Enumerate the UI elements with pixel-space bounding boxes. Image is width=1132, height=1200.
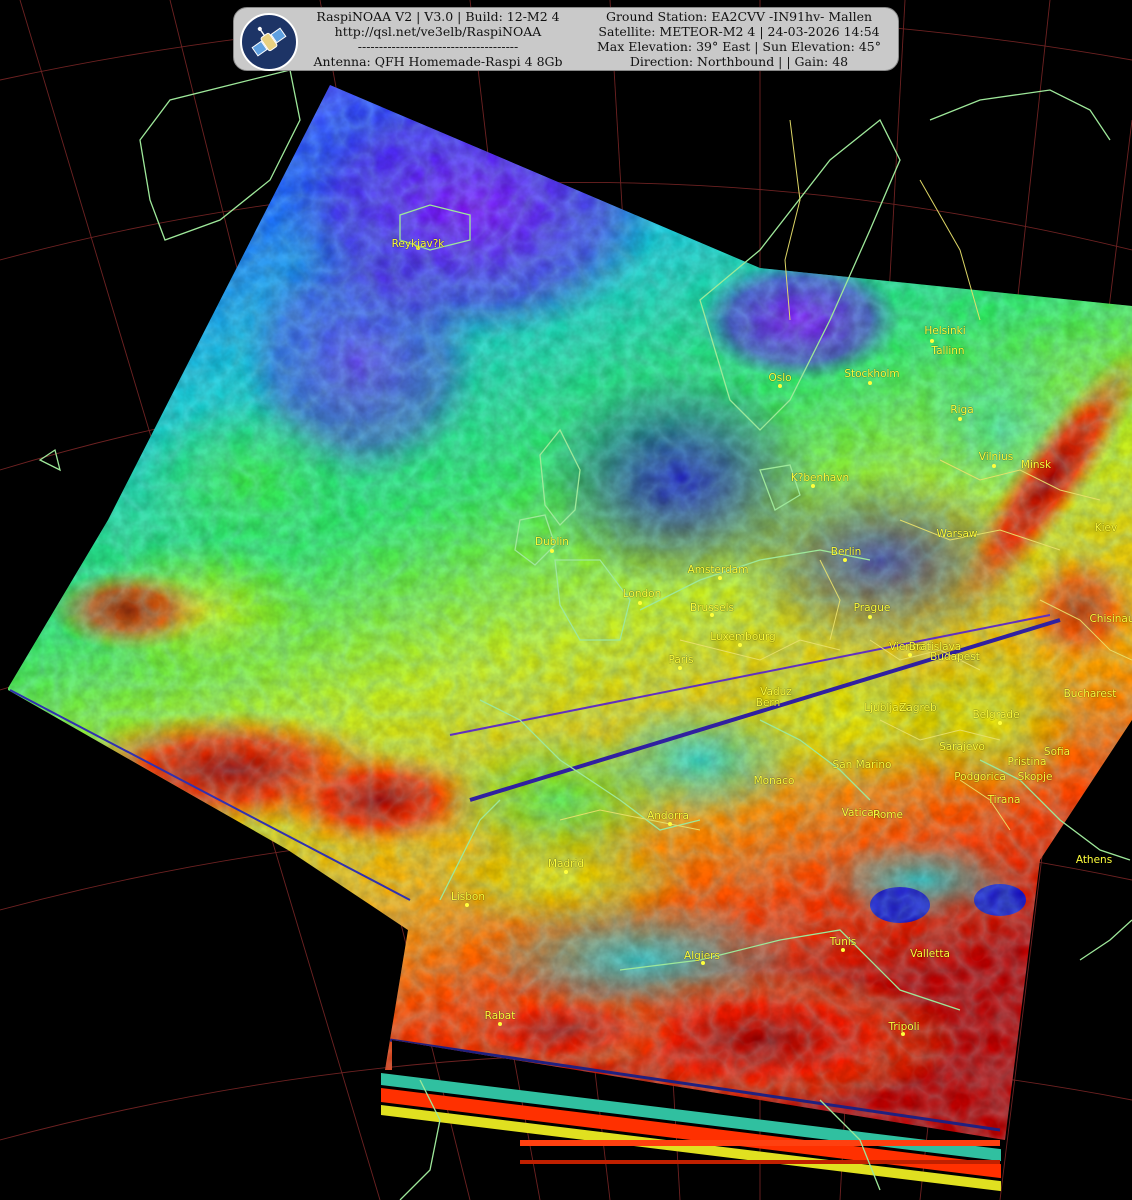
- header-elevation: Max Elevation: 39° East | Sun Elevation:…: [596, 39, 881, 54]
- city-label: Monaco: [753, 775, 795, 787]
- header-direction: Direction: Northbound | | Gain: 48: [629, 54, 849, 69]
- city-label: Sofia: [1043, 746, 1071, 758]
- city-label: K?benhavn: [790, 472, 850, 484]
- city-label: Bern: [755, 697, 781, 709]
- city-label: Rabat: [484, 1010, 516, 1022]
- city-label: Riga: [950, 404, 974, 416]
- city-label: Berlin: [830, 546, 862, 558]
- header-antenna: Antenna: QFH Homemade-Raspi 4 8Gb: [313, 54, 563, 69]
- city-label: Brussels: [690, 602, 734, 614]
- city-label: Podgorica: [954, 771, 1006, 783]
- city-label: Tripoli: [888, 1021, 920, 1033]
- city-label: Zagreb: [899, 702, 937, 714]
- city-label: Vilnius: [978, 451, 1014, 463]
- city-label: Rome: [873, 809, 903, 821]
- city-label: Prague: [853, 602, 891, 614]
- city-label: Luxembourg: [710, 631, 776, 643]
- city-label: Skopje: [1017, 771, 1053, 783]
- city-label: Bucharest: [1063, 688, 1117, 700]
- city-label: Tallinn: [931, 345, 965, 357]
- city-label: Reykjav?k: [391, 238, 445, 250]
- header-title: RaspiNOAA V2 | V3.0 | Build: 12-M2 4: [316, 9, 560, 24]
- city-label: Madrid: [547, 858, 585, 870]
- city-label: Budapest: [930, 651, 980, 663]
- city-label: Kiev: [1094, 522, 1118, 534]
- city-label: Minsk: [1020, 459, 1052, 471]
- city-label: Paris: [668, 654, 694, 666]
- header-banner: RaspiNOAA V2 | V3.0 | Build: 12-M2 4 htt…: [233, 7, 899, 71]
- city-label: Athens: [1075, 854, 1113, 866]
- city-label: Sarajevo: [939, 741, 985, 753]
- satellite-map: [0, 0, 1132, 1200]
- city-label: Tunis: [829, 936, 857, 948]
- city-label: Helsinki: [924, 325, 966, 337]
- city-label: Belgrade: [972, 709, 1020, 721]
- city-label: Tirana: [987, 794, 1021, 806]
- city-label: Stockholm: [844, 368, 900, 380]
- city-label: Amsterdam: [687, 564, 749, 576]
- city-label: Chisinau: [1089, 613, 1132, 625]
- city-label: Andorra: [647, 810, 689, 822]
- city-label: Lisbon: [451, 891, 485, 903]
- satellite-icon: [240, 13, 298, 71]
- city-label: London: [622, 588, 662, 600]
- city-label: Warsaw: [936, 528, 978, 540]
- city-label: Valletta: [910, 948, 950, 960]
- city-label: Oslo: [768, 372, 792, 384]
- city-label: Algiers: [684, 950, 720, 962]
- header-separator: --------------------------------------: [357, 39, 519, 54]
- city-label: Dublin: [535, 536, 569, 548]
- header-ground-station: Ground Station: EA2CVV -IN91hv- Mallen: [605, 9, 873, 24]
- city-label: Pristina: [1007, 756, 1047, 768]
- header-satellite: Satellite: METEOR-M2 4 | 24-03-2026 14:5…: [598, 24, 880, 39]
- city-label: San Marino: [832, 759, 892, 771]
- header-url: http://qsl.net/ve3elb/RaspiNOAA: [334, 24, 542, 39]
